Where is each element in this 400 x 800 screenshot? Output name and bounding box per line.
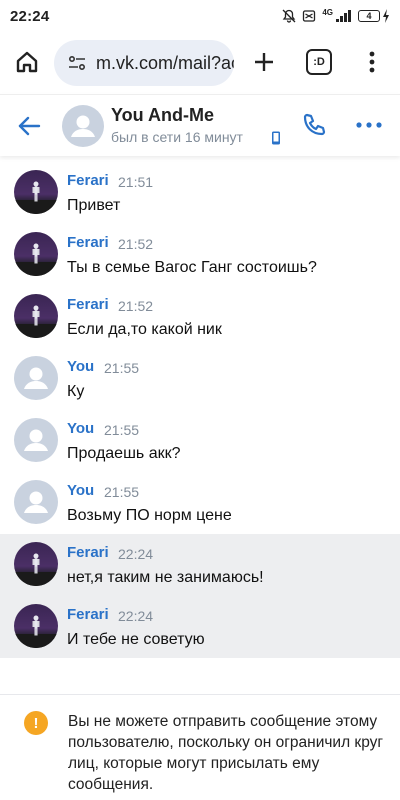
default-user-icon bbox=[71, 115, 95, 137]
more-horizontal-icon bbox=[356, 122, 382, 128]
site-settings-icon[interactable] bbox=[66, 52, 88, 74]
message-sender[interactable]: Ferari bbox=[67, 296, 109, 313]
tab-switcher-button[interactable]: :D bbox=[306, 49, 332, 75]
default-user-icon bbox=[24, 491, 48, 513]
message-time: 21:55 bbox=[104, 484, 140, 500]
message-time: 21:51 bbox=[118, 174, 154, 190]
message-sender[interactable]: Ferari bbox=[67, 172, 109, 189]
message-row[interactable]: You 21:55 Продаешь акк? bbox=[0, 410, 400, 472]
message-time: 22:24 bbox=[118, 608, 154, 624]
message-time: 22:24 bbox=[118, 546, 154, 562]
message-time: 21:55 bbox=[104, 360, 140, 376]
ferari-avatar[interactable] bbox=[14, 170, 58, 214]
message-sender[interactable]: Ferari bbox=[67, 544, 109, 561]
sim-icon bbox=[303, 10, 316, 22]
battery-indicator: 4 bbox=[358, 9, 390, 23]
signal-icon bbox=[336, 10, 351, 22]
message-time: 21:55 bbox=[104, 422, 140, 438]
message-text: Ты в семье Вагос Ганг состоишь? bbox=[67, 259, 317, 276]
chat-title[interactable]: You And-Me bbox=[111, 105, 214, 126]
plus-icon bbox=[255, 53, 273, 71]
browser-menu-button[interactable] bbox=[360, 47, 384, 77]
message-sender[interactable]: Ferari bbox=[67, 234, 109, 251]
arrow-left-icon bbox=[18, 116, 41, 136]
message-sender[interactable]: You bbox=[67, 482, 94, 499]
warning-icon: ! bbox=[24, 711, 48, 735]
message-row[interactable]: You 21:55 Возьму ПО норм цене bbox=[0, 472, 400, 534]
mobile-icon bbox=[272, 131, 280, 145]
message-text: И тебе не советую bbox=[67, 631, 205, 648]
message-row[interactable]: You 21:55 Ку bbox=[0, 348, 400, 410]
ferari-avatar[interactable] bbox=[14, 542, 58, 586]
more-vertical-icon bbox=[369, 51, 375, 73]
status-time: 22:24 bbox=[10, 7, 50, 25]
message-text: Продаешь акк? bbox=[67, 445, 181, 462]
new-tab-button[interactable] bbox=[249, 47, 279, 77]
phone-icon bbox=[303, 113, 326, 136]
message-row[interactable]: Ferari 21:51 Привет bbox=[0, 162, 400, 224]
status-icons: 4G 4 bbox=[282, 8, 390, 23]
chat-avatar[interactable] bbox=[62, 105, 104, 147]
message-sender[interactable]: Ferari bbox=[67, 606, 109, 623]
message-sender[interactable]: You bbox=[67, 358, 94, 375]
call-button[interactable] bbox=[300, 111, 328, 139]
message-time: 21:52 bbox=[118, 298, 154, 314]
default-user-icon bbox=[24, 429, 48, 451]
default-user-avatar[interactable] bbox=[14, 480, 58, 524]
chat-last-seen: был в сети 16 минут bbox=[111, 129, 243, 145]
chat-menu-button[interactable] bbox=[354, 111, 384, 139]
mute-icon bbox=[282, 9, 296, 23]
default-user-avatar[interactable] bbox=[14, 418, 58, 462]
url-text[interactable]: m.vk.com/mail?ac bbox=[96, 53, 234, 74]
status-bar: 22:24 4G 4 bbox=[0, 0, 400, 32]
message-text: нет,я таким не занимаюсь! bbox=[67, 569, 264, 586]
message-row-unread[interactable]: Ferari 22:24 нет,я таким не занимаюсь! bbox=[0, 534, 400, 596]
message-text: Возьму ПО норм цене bbox=[67, 507, 232, 524]
back-button[interactable] bbox=[14, 111, 44, 141]
charging-icon bbox=[383, 9, 389, 23]
battery-level: 4 bbox=[358, 10, 380, 22]
message-row[interactable]: Ferari 21:52 Ты в семье Вагос Ганг состо… bbox=[0, 224, 400, 286]
ferari-avatar[interactable] bbox=[14, 294, 58, 338]
home-icon bbox=[16, 51, 38, 73]
message-text: Привет bbox=[67, 197, 121, 214]
default-user-avatar[interactable] bbox=[14, 356, 58, 400]
notice-text: Вы не можете отправить сообщение этому п… bbox=[68, 713, 384, 793]
home-button[interactable] bbox=[12, 47, 42, 77]
message-text: Если да,то какой ник bbox=[67, 321, 222, 338]
message-sender[interactable]: You bbox=[67, 420, 94, 437]
network-type: 4G bbox=[322, 8, 333, 17]
default-user-icon bbox=[24, 367, 48, 389]
ferari-avatar[interactable] bbox=[14, 232, 58, 276]
browser-toolbar: m.vk.com/mail?ac :D bbox=[0, 32, 400, 94]
ferari-avatar[interactable] bbox=[14, 604, 58, 648]
message-list: Ferari 21:51 Привет Ferari 21:52 Ты в се… bbox=[0, 162, 400, 658]
address-bar[interactable]: m.vk.com/mail?ac bbox=[54, 40, 234, 86]
message-row[interactable]: Ferari 21:52 Если да,то какой ник bbox=[0, 286, 400, 348]
message-row-unread[interactable]: Ferari 22:24 И тебе не советую bbox=[0, 596, 400, 658]
messaging-restricted-notice: ! Вы не можете отправить сообщение этому… bbox=[0, 694, 400, 800]
message-text: Ку bbox=[67, 383, 85, 400]
chat-header: You And-Me был в сети 16 минут bbox=[0, 94, 400, 156]
message-time: 21:52 bbox=[118, 236, 154, 252]
